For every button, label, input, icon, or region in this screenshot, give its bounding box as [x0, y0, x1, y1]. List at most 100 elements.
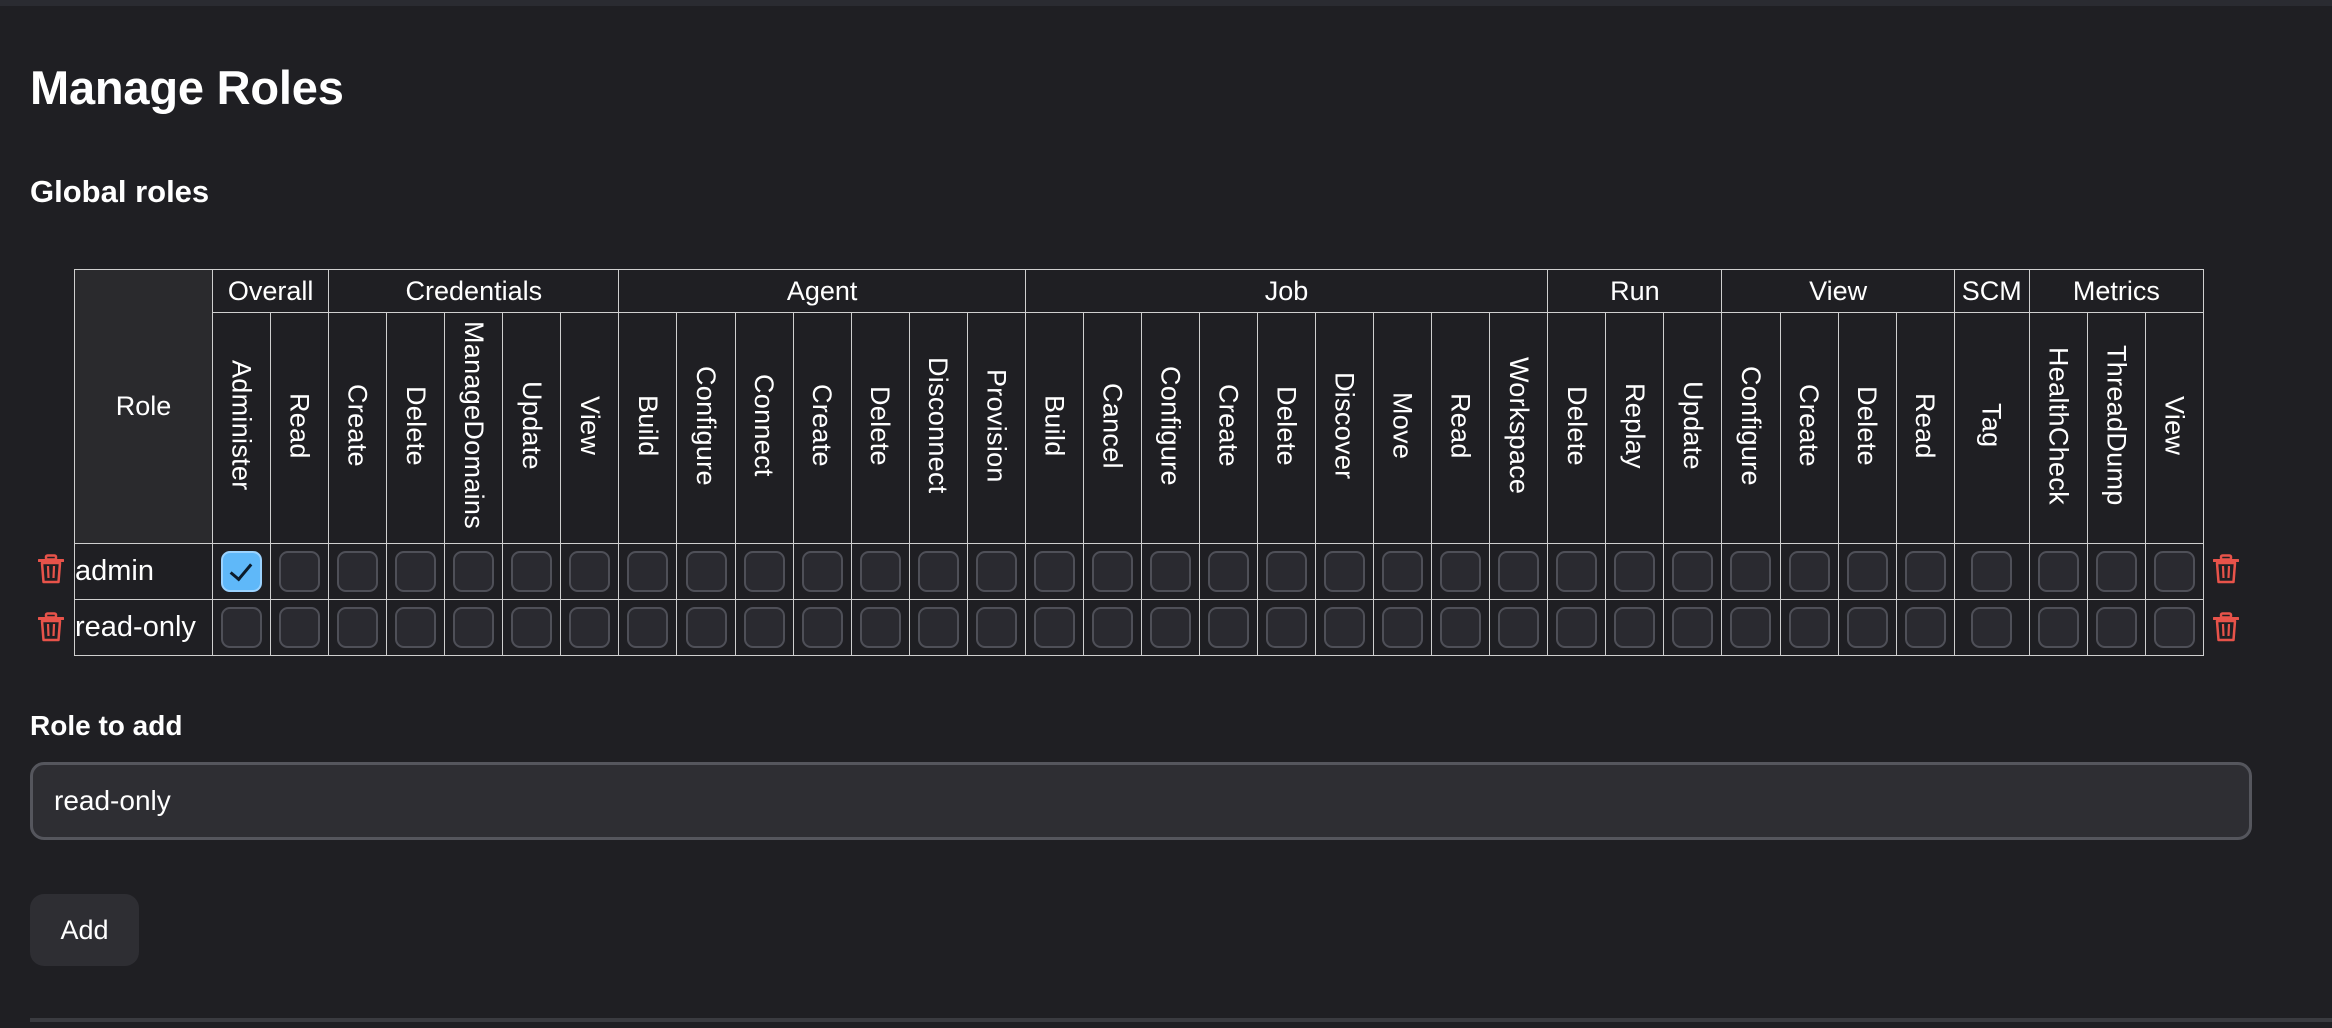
permission-header: Read — [1895, 312, 1955, 544]
permission-checkbox[interactable] — [2095, 551, 2137, 592]
permission-checkbox[interactable] — [975, 607, 1017, 648]
page-title: Manage Roles — [30, 61, 344, 114]
permission-checkbox[interactable] — [685, 607, 727, 648]
permission-checkbox[interactable] — [1971, 551, 2013, 592]
permission-checkbox[interactable] — [1440, 551, 1482, 592]
permission-checkbox[interactable] — [2095, 607, 2137, 648]
permission-checkbox[interactable] — [743, 551, 785, 592]
trash-icon[interactable] — [38, 554, 64, 584]
permission-checkbox[interactable] — [1730, 607, 1772, 648]
trash-icon[interactable] — [2213, 554, 2239, 584]
permission-checkbox[interactable] — [337, 607, 379, 648]
permission-header: Delete — [1547, 312, 1607, 544]
permission-header: Delete — [1256, 312, 1317, 544]
permission-checkbox[interactable] — [2153, 551, 2195, 592]
permission-checkbox[interactable] — [1904, 607, 1946, 648]
permission-checkbox[interactable] — [279, 607, 321, 648]
permission-cell — [2086, 543, 2146, 600]
permission-cell — [1605, 543, 1665, 600]
permission-checkbox[interactable] — [1971, 607, 2013, 648]
permission-checkbox[interactable] — [2037, 551, 2079, 592]
permission-label: Discover — [1329, 371, 1360, 480]
permission-checkbox[interactable] — [2037, 607, 2079, 648]
permission-checkbox[interactable] — [221, 551, 263, 592]
permission-label: Delete — [1852, 385, 1883, 466]
permission-label: View — [2159, 395, 2190, 456]
permission-checkbox[interactable] — [1033, 607, 1075, 648]
permission-checkbox[interactable] — [1149, 607, 1191, 648]
permission-cell — [1489, 543, 1549, 600]
category-header-row: Role Overall Credentials Agent Job Run View SC… — [73, 269, 2205, 544]
permission-checkbox[interactable] — [1091, 551, 1133, 592]
permission-checkbox[interactable] — [1614, 551, 1656, 592]
permission-checkbox[interactable] — [1846, 607, 1888, 648]
permission-checkbox[interactable] — [627, 607, 669, 648]
permission-checkbox[interactable] — [337, 551, 379, 592]
permission-label: Move — [1387, 391, 1418, 460]
permission-checkbox[interactable] — [1207, 551, 1249, 592]
permission-checkbox[interactable] — [1498, 551, 1540, 592]
permission-checkbox[interactable] — [1904, 551, 1946, 592]
permission-cell — [1721, 543, 1781, 600]
permission-checkbox[interactable] — [1498, 607, 1540, 648]
permission-checkbox[interactable] — [569, 551, 611, 592]
permission-checkbox[interactable] — [975, 551, 1017, 592]
permission-checkbox[interactable] — [1556, 551, 1598, 592]
permission-label: Tag — [1976, 403, 2007, 448]
permission-checkbox[interactable] — [453, 607, 495, 648]
permission-checkbox[interactable] — [1266, 607, 1307, 648]
permission-checkbox[interactable] — [685, 551, 727, 592]
permission-checkbox[interactable] — [1672, 551, 1714, 592]
permission-cell — [1315, 543, 1375, 600]
permission-checkbox[interactable] — [221, 607, 263, 648]
permission-cell — [502, 543, 562, 600]
permission-checkbox[interactable] — [395, 551, 437, 592]
permission-label: Workspace — [1503, 356, 1534, 495]
permission-header: HealthCheck — [2028, 312, 2088, 544]
permission-checkbox[interactable] — [1324, 551, 1366, 592]
permission-checkbox[interactable] — [917, 607, 959, 648]
permission-checkbox[interactable] — [917, 551, 959, 592]
permission-checkbox[interactable] — [1672, 607, 1714, 648]
permission-checkbox[interactable] — [801, 551, 843, 592]
permission-checkbox[interactable] — [1788, 551, 1830, 592]
permission-checkbox[interactable] — [1149, 551, 1191, 592]
permission-checkbox[interactable] — [1556, 607, 1598, 648]
permission-checkbox[interactable] — [1382, 607, 1424, 648]
trash-icon[interactable] — [38, 612, 64, 642]
permission-checkbox[interactable] — [1846, 551, 1888, 592]
permission-checkbox[interactable] — [1266, 551, 1307, 592]
permission-checkbox[interactable] — [1382, 551, 1424, 592]
permission-checkbox[interactable] — [511, 607, 553, 648]
category-header: Job — [1024, 269, 1549, 313]
permission-label: Replay — [1619, 382, 1650, 469]
add-role-button[interactable]: Add — [30, 894, 139, 966]
permission-checkbox[interactable] — [1614, 607, 1656, 648]
permission-label: Build — [1039, 394, 1070, 457]
permission-checkbox[interactable] — [511, 551, 553, 592]
role-name-input[interactable] — [30, 762, 2252, 840]
permission-cell — [386, 543, 446, 600]
permission-checkbox[interactable] — [743, 607, 785, 648]
permission-cell — [966, 543, 1026, 600]
permission-checkbox[interactable] — [1730, 551, 1772, 592]
permission-checkbox[interactable] — [801, 607, 843, 648]
permission-checkbox[interactable] — [279, 551, 321, 592]
permission-label: Delete — [865, 385, 896, 466]
permission-checkbox[interactable] — [1324, 607, 1366, 648]
permission-cell — [734, 599, 794, 656]
permission-checkbox[interactable] — [453, 551, 495, 592]
permission-checkbox[interactable] — [1033, 551, 1075, 592]
permission-checkbox[interactable] — [627, 551, 669, 592]
permission-checkbox[interactable] — [1440, 607, 1482, 648]
permission-checkbox[interactable] — [1207, 607, 1249, 648]
permission-checkbox[interactable] — [859, 607, 901, 648]
permission-checkbox[interactable] — [395, 607, 437, 648]
permission-cell — [502, 599, 562, 656]
permission-checkbox[interactable] — [1788, 607, 1830, 648]
permission-checkbox[interactable] — [2153, 607, 2195, 648]
permission-checkbox[interactable] — [1091, 607, 1133, 648]
permission-checkbox[interactable] — [569, 607, 611, 648]
trash-icon[interactable] — [2213, 612, 2239, 642]
permission-checkbox[interactable] — [859, 551, 901, 592]
